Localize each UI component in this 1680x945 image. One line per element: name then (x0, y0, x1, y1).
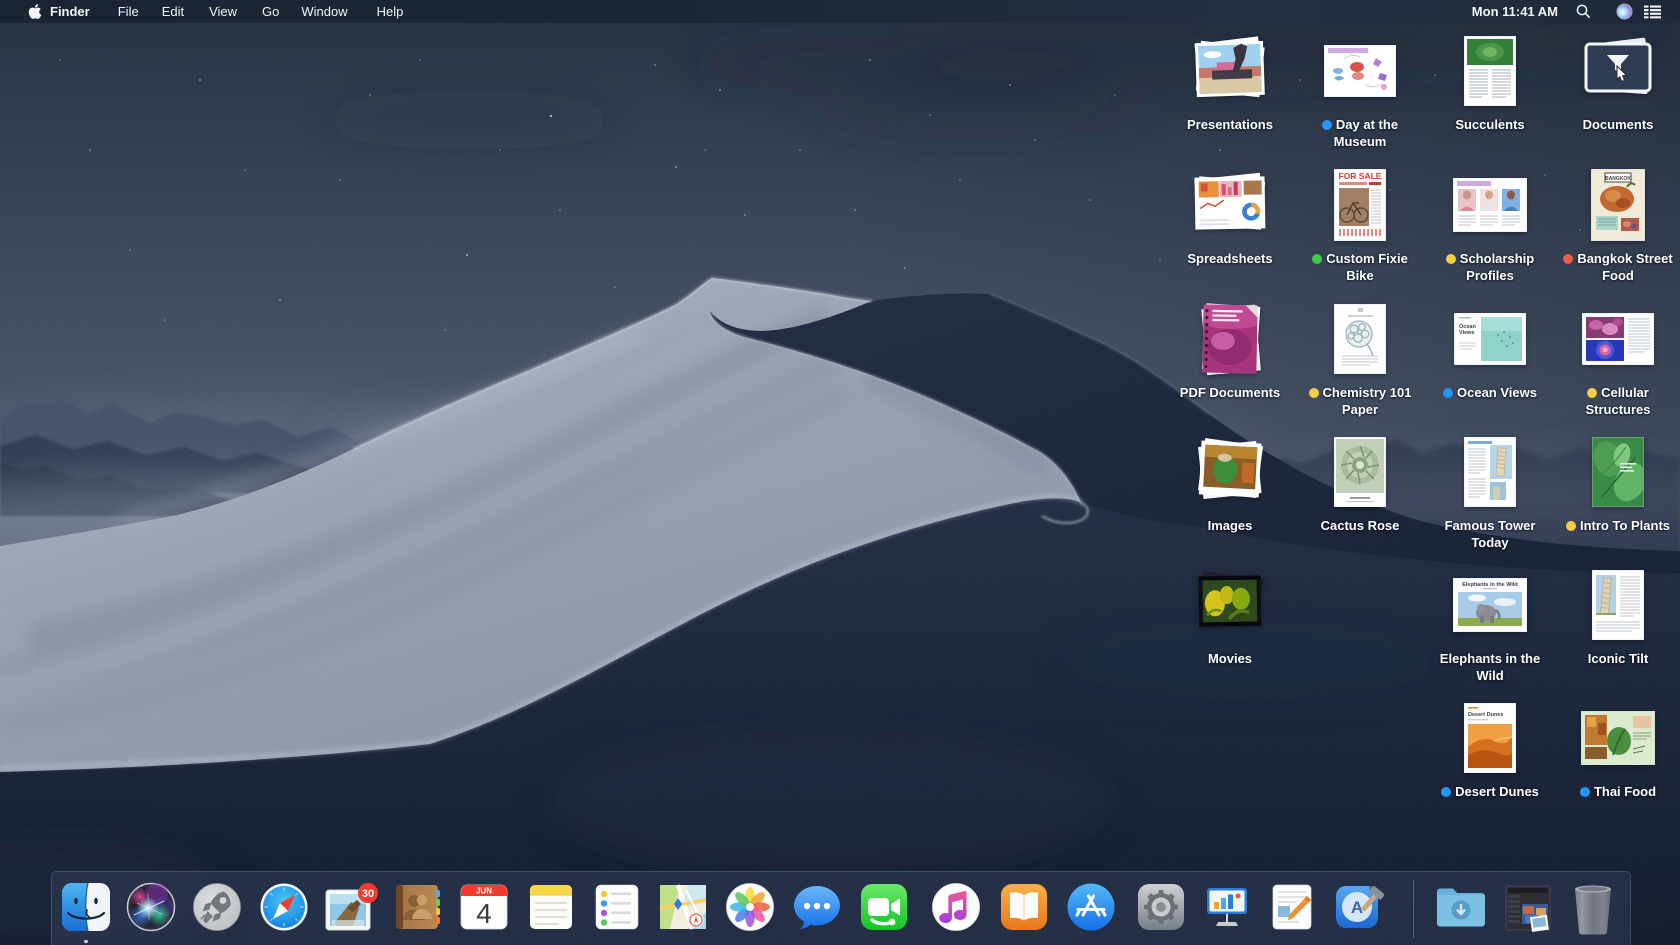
svg-text:FOR SALE: FOR SALE (1339, 171, 1382, 181)
svg-text:JUN: JUN (476, 887, 492, 896)
svg-text:Elephants in the Wild: Elephants in the Wild (1462, 582, 1518, 588)
svg-text:BANGKOK: BANGKOK (1605, 176, 1631, 182)
svg-text:Desert Dunes: Desert Dunes (1468, 712, 1503, 718)
svg-text:4: 4 (476, 898, 492, 929)
svg-text:30: 30 (362, 888, 374, 900)
svg-text:A: A (1351, 898, 1363, 917)
svg-text:Views: Views (1459, 330, 1475, 336)
